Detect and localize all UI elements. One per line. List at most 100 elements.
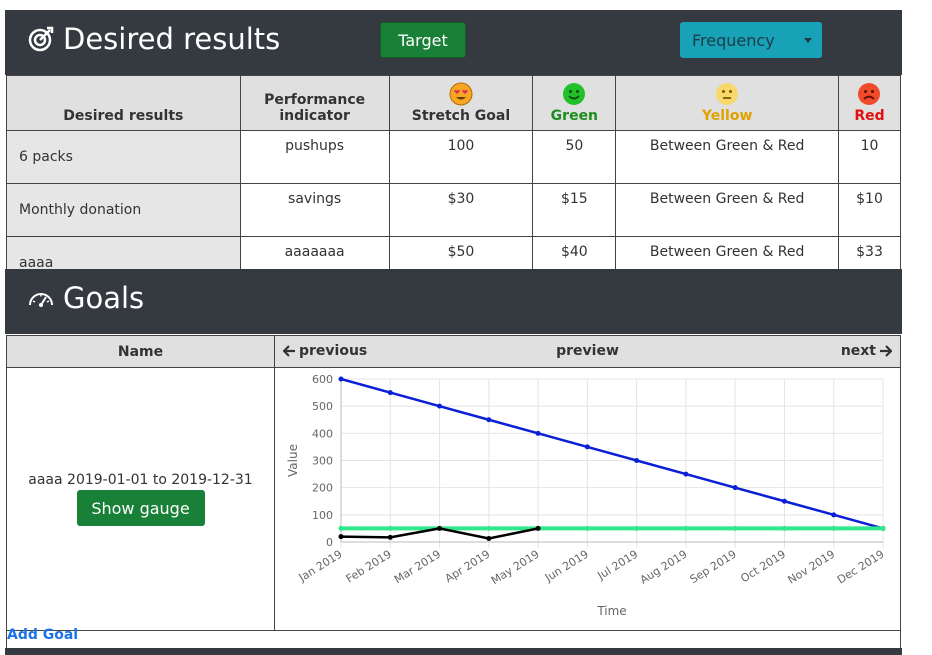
result-green: $15	[532, 183, 617, 237]
show-gauge-button[interactable]: Show gauge	[76, 490, 205, 526]
col-name: Name	[6, 335, 275, 368]
data-point	[584, 444, 590, 450]
x-tick-label: Sep 2019	[688, 548, 739, 587]
arrow-right-icon	[880, 345, 892, 357]
y-tick-label: 500	[312, 400, 333, 413]
goals-title-text: Goals	[63, 281, 145, 315]
goals-table: Name previous preview next aaaa 2019-01-…	[6, 335, 901, 653]
data-point	[387, 390, 393, 396]
y-tick-label: 600	[312, 373, 333, 386]
x-tick-label: Jun 2019	[542, 548, 591, 585]
result-yellow: Between Green & Red	[615, 183, 839, 237]
data-point	[831, 525, 837, 531]
data-point	[338, 376, 344, 382]
desired-results-header: Desired results Target Frequency	[5, 10, 902, 75]
result-red: $10	[837, 183, 902, 237]
x-tick-label: Aug 2019	[638, 548, 690, 587]
goals-header: Goals	[5, 269, 902, 334]
data-point	[831, 512, 837, 518]
data-point	[338, 534, 344, 540]
sad-face-red-icon	[858, 83, 881, 105]
neutral-face-icon	[716, 83, 739, 105]
smiley-green-icon	[563, 83, 586, 105]
data-point	[683, 525, 689, 531]
stretch-goal-label: Stretch Goal	[411, 108, 511, 124]
col-desired-results: Desired results	[6, 75, 241, 131]
data-point	[486, 417, 492, 423]
red-label: Red	[854, 108, 885, 124]
result-indicator: pushups	[239, 130, 390, 184]
heart-eyes-emoji-icon	[449, 82, 473, 106]
next-label: next	[840, 343, 876, 359]
x-tick-label: Nov 2019	[786, 548, 838, 587]
goal-label: aaaa 2019-01-01 to 2019-12-31	[28, 472, 253, 488]
result-yellow: Between Green & Red	[615, 130, 839, 184]
gauge-icon	[29, 293, 53, 307]
table-row: Monthly donation savings $30 $15 Between…	[6, 183, 902, 237]
col-red: Red	[837, 75, 902, 131]
data-point	[387, 525, 393, 531]
series-line	[340, 377, 884, 530]
x-tick-label: Mar 2019	[392, 548, 443, 587]
data-point	[683, 471, 689, 477]
caret-down-icon	[804, 38, 812, 43]
x-tick-label: Oct 2019	[738, 548, 788, 586]
data-point	[732, 485, 738, 491]
y-tick-label: 100	[312, 509, 333, 522]
target-button[interactable]: Target	[380, 22, 466, 58]
y-tick-label: 200	[312, 482, 333, 495]
x-tick-label: Jan 2019	[296, 548, 345, 585]
col-green: Green	[532, 75, 617, 131]
data-point	[634, 458, 640, 463]
col-yellow: Yellow	[615, 75, 839, 131]
data-point	[634, 525, 640, 531]
goal-cell: aaaa 2019-01-01 to 2019-12-31 Show gauge	[6, 367, 275, 631]
desired-results-title-text: Desired results	[63, 22, 281, 56]
data-point	[338, 525, 344, 531]
frequency-dropdown[interactable]: Frequency	[680, 22, 822, 58]
x-axis-label: Time	[596, 604, 626, 618]
result-name: 6 packs	[6, 130, 241, 184]
preview-label: preview	[556, 343, 619, 359]
yellow-label: Yellow	[701, 108, 753, 124]
data-point	[437, 403, 443, 409]
data-point	[486, 525, 492, 531]
data-point	[387, 534, 393, 540]
data-point	[437, 525, 443, 531]
result-indicator: savings	[239, 183, 390, 237]
result-stretch: 100	[388, 130, 534, 184]
data-point	[535, 430, 541, 436]
result-green: 50	[532, 130, 617, 184]
col-performance-indicator: Performance indicator	[239, 75, 390, 131]
data-point	[584, 525, 590, 531]
next-button[interactable]: next	[841, 343, 892, 359]
y-tick-label: 300	[312, 455, 333, 468]
green-label: Green	[550, 108, 599, 124]
chart-nav-header: previous preview next	[274, 335, 901, 368]
data-point	[732, 525, 738, 531]
data-point	[880, 525, 886, 531]
goals-title: Goals	[27, 281, 144, 315]
x-tick-label: Feb 2019	[344, 548, 394, 586]
data-point	[781, 498, 787, 504]
x-tick-label: Dec 2019	[835, 548, 887, 587]
y-axis-label: Value	[286, 444, 300, 477]
chart-cell: 0 100 200 300 400 500 600 Jan 2019 Feb 2019 Mar 2…	[274, 367, 901, 631]
goal-chart: 0 100 200 300 400 500 600 Jan 2019 Feb 2019Mar 2…	[286, 373, 887, 618]
data-point	[486, 535, 492, 541]
x-tick-label: May 2019	[489, 548, 542, 588]
data-point	[535, 525, 541, 531]
target-icon	[28, 26, 54, 52]
add-goal-link[interactable]: Add Goal	[7, 627, 78, 643]
x-tick-label: Jul 2019	[595, 548, 641, 583]
desired-results-table: Desired results Performance indicator St…	[6, 75, 902, 290]
result-red: 10	[837, 130, 902, 184]
desired-results-title: Desired results	[27, 22, 280, 56]
result-stretch: $30	[388, 183, 534, 237]
y-tick-label: 400	[312, 427, 333, 440]
data-point	[781, 525, 787, 531]
col-stretch-goal: Stretch Goal	[388, 75, 534, 131]
y-tick-label: 0	[326, 536, 333, 549]
frequency-label: Frequency	[692, 30, 775, 50]
table-row: 6 packs pushups 100 50 Between Green & R…	[6, 130, 902, 184]
